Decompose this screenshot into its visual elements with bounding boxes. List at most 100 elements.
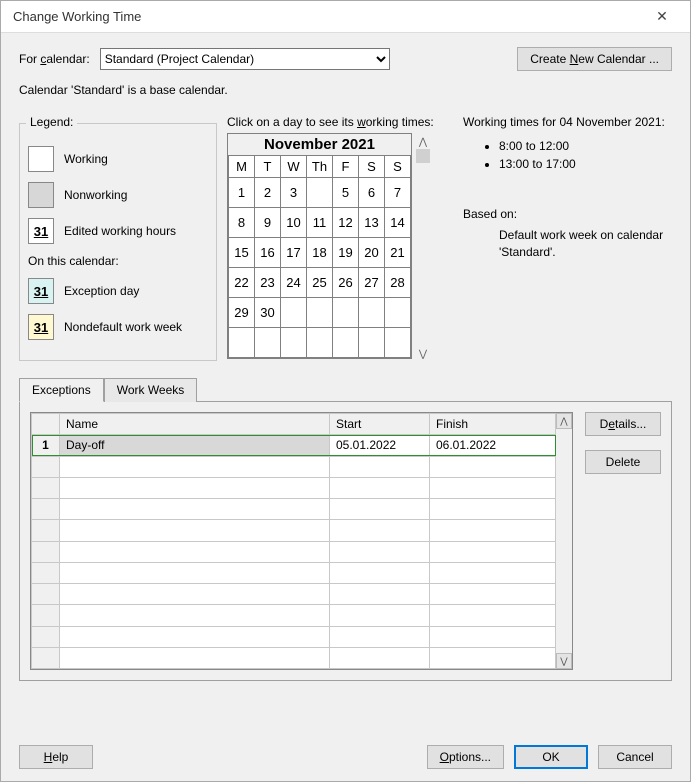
calendar-select[interactable]: Standard (Project Calendar) <box>100 48 390 70</box>
grid-cell-name[interactable]: Day-off <box>60 435 330 456</box>
table-row[interactable] <box>32 584 556 605</box>
legend-swatch-exception: 31 <box>28 278 54 304</box>
working-times-list: 8:00 to 12:0013:00 to 17:00 <box>499 139 672 171</box>
calendar-day-cell[interactable]: 5 <box>333 178 359 208</box>
close-button[interactable]: ✕ <box>642 3 682 31</box>
calendar-day-cell[interactable]: 6 <box>359 178 385 208</box>
calendar-day-cell[interactable]: 27 <box>359 268 385 298</box>
calendar-day-cell[interactable]: 4 <box>307 178 333 208</box>
legend-swatch-nonworking <box>28 182 54 208</box>
grid-scrollbar[interactable]: ⋀ ⋁ <box>556 413 572 669</box>
calendar-next-button[interactable]: ⋁ <box>416 347 430 361</box>
calendar-day-cell[interactable]: 20 <box>359 238 385 268</box>
grid-header-name[interactable]: Name <box>60 414 330 435</box>
calendar-day-cell <box>255 328 281 358</box>
calendar-day-cell[interactable]: 7 <box>385 178 411 208</box>
calendar-day-cell[interactable]: 9 <box>255 208 281 238</box>
table-row[interactable] <box>32 499 556 520</box>
calendar-day-cell <box>359 328 385 358</box>
delete-button[interactable]: Delete <box>585 450 661 474</box>
calendar-day-cell <box>385 328 411 358</box>
calendar-day-cell[interactable]: 22 <box>229 268 255 298</box>
table-row[interactable] <box>32 541 556 562</box>
grid-cell-finish[interactable]: 06.01.2022 <box>430 435 556 456</box>
details-button[interactable]: Details... <box>585 412 661 436</box>
legend-label-working: Working <box>64 152 108 166</box>
calendar-day-cell[interactable]: 10 <box>281 208 307 238</box>
table-row[interactable] <box>32 520 556 541</box>
tab-exceptions[interactable]: Exceptions <box>19 378 104 402</box>
legend: Legend: Working Nonworking 31 Edited wor… <box>19 123 217 361</box>
calendar-day-cell[interactable]: 17 <box>281 238 307 268</box>
calendar-day-cell[interactable]: 12 <box>333 208 359 238</box>
calendar-day-cell[interactable]: 25 <box>307 268 333 298</box>
window-title: Change Working Time <box>13 9 642 24</box>
table-row[interactable]: 1Day-off05.01.202206.01.2022 <box>32 435 556 456</box>
calendar-day-cell[interactable]: 11 <box>307 208 333 238</box>
calendar-day-cell <box>385 298 411 328</box>
legend-swatch-nondefault: 31 <box>28 314 54 340</box>
calendar-day-cell[interactable]: 23 <box>255 268 281 298</box>
calendar-dow-header: S <box>359 156 385 178</box>
tab-work-weeks[interactable]: Work Weeks <box>104 378 198 402</box>
legend-label-nondefault: Nondefault work week <box>64 320 182 334</box>
calendar-dow-header: S <box>385 156 411 178</box>
calendar-day-cell[interactable]: 29 <box>229 298 255 328</box>
calendar-dow-header: W <box>281 156 307 178</box>
options-button[interactable]: Options... <box>427 745 504 769</box>
table-row[interactable] <box>32 647 556 668</box>
calendar-day-cell[interactable]: 1 <box>229 178 255 208</box>
grid-header-start[interactable]: Start <box>330 414 430 435</box>
cancel-button[interactable]: Cancel <box>598 745 672 769</box>
calendar-day-cell[interactable]: 2 <box>255 178 281 208</box>
titlebar: Change Working Time ✕ <box>1 1 690 33</box>
calendar-scroll-thumb[interactable] <box>416 149 430 163</box>
calendar-day-cell <box>229 328 255 358</box>
legend-label-nonworking: Nonworking <box>64 188 127 202</box>
grid-cell-start[interactable]: 05.01.2022 <box>330 435 430 456</box>
calendar-day-cell[interactable]: 21 <box>385 238 411 268</box>
table-row[interactable] <box>32 477 556 498</box>
calendar-caption: Calendar 'Standard' is a base calendar. <box>19 83 672 97</box>
table-row[interactable] <box>32 605 556 626</box>
legend-swatch-edited: 31 <box>28 218 54 244</box>
calendar-day-cell[interactable]: 13 <box>359 208 385 238</box>
working-times-heading: Working times for 04 November 2021: <box>463 115 672 129</box>
change-working-time-dialog: Change Working Time ✕ For calendar: Stan… <box>0 0 691 782</box>
calendar-day-cell[interactable]: 18 <box>307 238 333 268</box>
scroll-down-icon[interactable]: ⋁ <box>556 653 572 669</box>
ok-button[interactable]: OK <box>514 745 588 769</box>
calendar-day-cell <box>281 298 307 328</box>
calendar-day-cell[interactable]: 16 <box>255 238 281 268</box>
calendar-dow-header: F <box>333 156 359 178</box>
grid-header-finish[interactable]: Finish <box>430 414 556 435</box>
calendar-day-cell[interactable]: 15 <box>229 238 255 268</box>
calendar-day-cell[interactable]: 28 <box>385 268 411 298</box>
calendar-day-cell[interactable]: 14 <box>385 208 411 238</box>
calendar-day-cell <box>333 298 359 328</box>
calendar-day-cell[interactable]: 24 <box>281 268 307 298</box>
create-new-calendar-button[interactable]: Create New Calendar ... <box>517 47 672 71</box>
table-row[interactable] <box>32 626 556 647</box>
calendar-day-cell[interactable]: 3 <box>281 178 307 208</box>
calendar-hint: Click on a day to see its working times: <box>227 115 447 129</box>
help-button[interactable]: Help <box>19 745 93 769</box>
calendar-day-cell[interactable]: 30 <box>255 298 281 328</box>
legend-label-exception: Exception day <box>64 284 139 298</box>
calendar-day-cell[interactable]: 26 <box>333 268 359 298</box>
table-row[interactable] <box>32 456 556 477</box>
based-on-label: Based on: <box>463 207 672 221</box>
calendar-day-cell[interactable]: 19 <box>333 238 359 268</box>
table-row[interactable] <box>32 562 556 583</box>
for-calendar-label: For calendar: <box>19 52 90 66</box>
calendar-prev-button[interactable]: ⋀ <box>416 135 430 149</box>
calendar-day-cell <box>307 298 333 328</box>
legend-label-edited: Edited working hours <box>64 224 176 238</box>
scroll-up-icon[interactable]: ⋀ <box>556 413 572 429</box>
calendar-day-cell <box>307 328 333 358</box>
exceptions-grid[interactable]: NameStartFinish1Day-off05.01.202206.01.2… <box>30 412 573 670</box>
calendar-day-cell[interactable]: 8 <box>229 208 255 238</box>
calendar-day-cell <box>359 298 385 328</box>
legend-swatch-working <box>28 146 54 172</box>
month-calendar[interactable]: November 2021 MTWThFSS123456789101112131… <box>227 133 412 359</box>
